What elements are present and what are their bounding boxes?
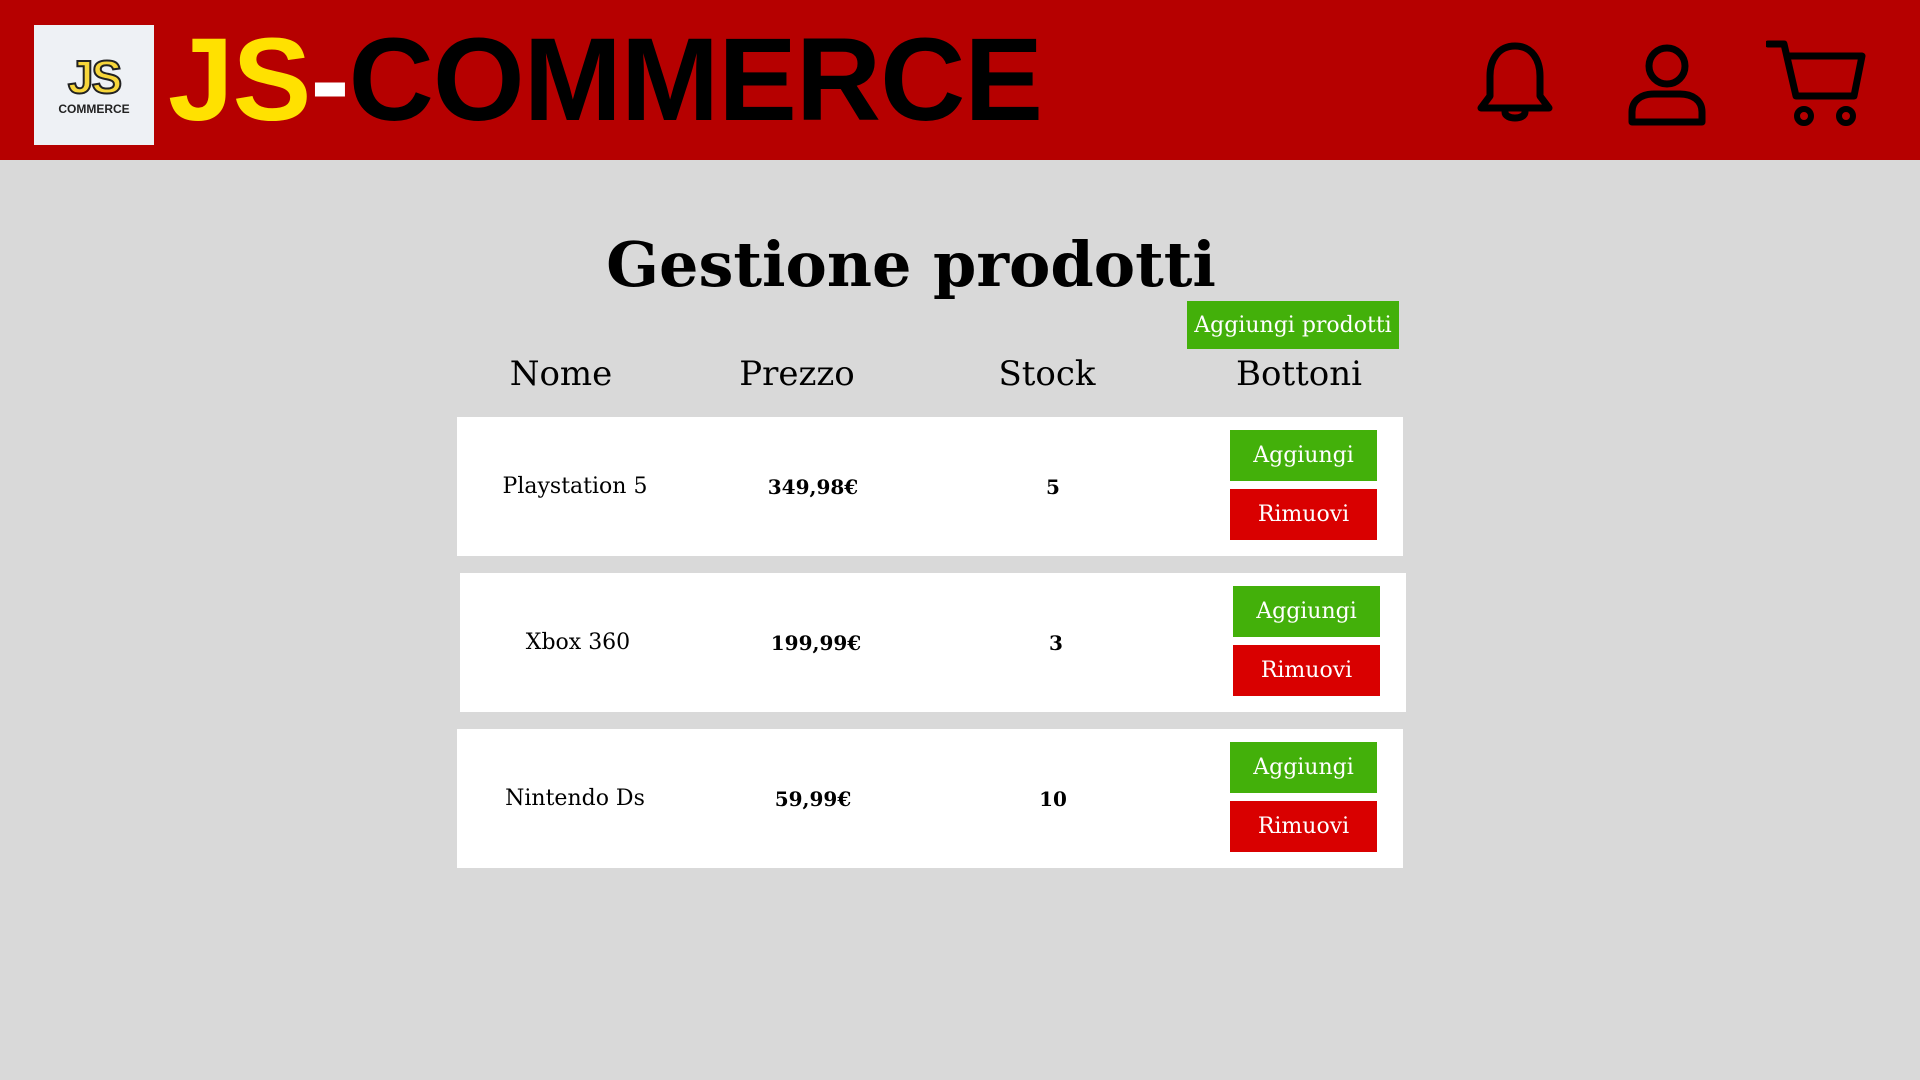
column-header-nome: Nome — [509, 354, 613, 394]
product-name: Nintendo Ds — [505, 786, 645, 811]
cart-icon[interactable] — [1764, 38, 1866, 128]
column-header-bottoni: Bottoni — [1235, 354, 1363, 394]
product-stock: 5 — [1046, 474, 1060, 499]
add-button[interactable]: Aggiungi — [1230, 742, 1377, 793]
top-header: JS COMMERCE JS-COMMERCE — [0, 0, 1920, 160]
remove-button[interactable]: Rimuovi — [1230, 489, 1377, 540]
brand-js: JS — [168, 14, 311, 146]
page-title: Gestione prodotti — [606, 228, 1216, 301]
add-products-button[interactable]: Aggiungi prodotti — [1187, 301, 1399, 349]
logo[interactable]: JS COMMERCE — [34, 25, 154, 145]
product-stock: 10 — [1039, 786, 1067, 811]
product-price: 199,99€ — [770, 630, 862, 655]
product-name: Xbox 360 — [525, 630, 631, 655]
logo-subtitle: COMMERCE — [58, 102, 130, 116]
table-row: Playstation 5 349,98€ 5 Aggiungi Rimuovi — [457, 417, 1403, 556]
brand-name: JS-COMMERCE — [168, 20, 1043, 140]
product-stock: 3 — [1049, 630, 1063, 655]
user-icon[interactable] — [1622, 38, 1712, 128]
product-price: 349,98€ — [767, 474, 859, 499]
brand-dash: - — [310, 14, 349, 146]
brand-commerce: COMMERCE — [348, 14, 1043, 146]
product-price: 59,99€ — [774, 786, 852, 811]
column-header-prezzo: Prezzo — [739, 354, 855, 394]
remove-button[interactable]: Rimuovi — [1233, 645, 1380, 696]
remove-button[interactable]: Rimuovi — [1230, 801, 1377, 852]
column-header-stock: Stock — [998, 354, 1096, 394]
table-row: Xbox 360 199,99€ 3 Aggiungi Rimuovi — [460, 573, 1406, 712]
add-button[interactable]: Aggiungi — [1230, 430, 1377, 481]
product-name: Playstation 5 — [502, 474, 648, 499]
add-button[interactable]: Aggiungi — [1233, 586, 1380, 637]
logo-mark: JS — [67, 51, 123, 103]
table-row: Nintendo Ds 59,99€ 10 Aggiungi Rimuovi — [457, 729, 1403, 868]
bell-icon[interactable] — [1470, 38, 1560, 128]
